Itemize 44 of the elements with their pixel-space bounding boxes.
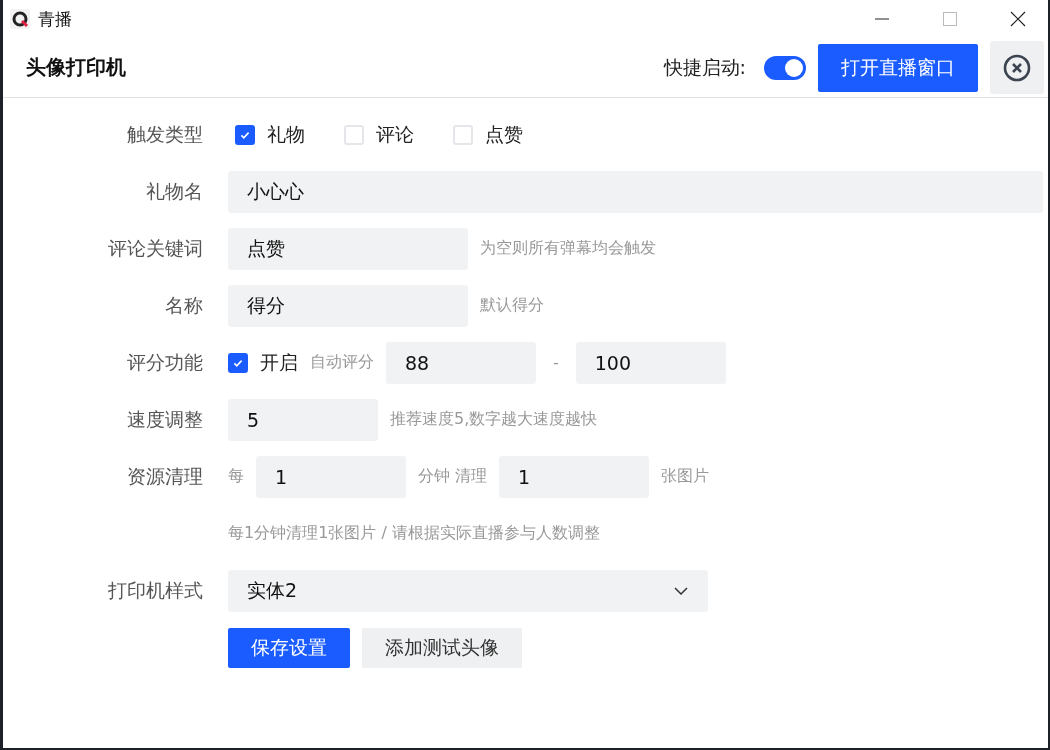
input-field[interactable]: 点赞 [228,227,468,270]
suffix-text: 张图片 [661,466,710,487]
hint-text: 推荐速度5,数字越大速度越快 [390,409,598,430]
note-text: 每1分钟清理1张图片 / 请根据实际直播参与人数调整 [228,523,600,544]
hint-text: 默认得分 [480,295,544,316]
checkbox-label: 点赞 [485,121,523,147]
field-label: 评论关键词 [107,235,203,261]
quick-start-label: 快捷启动: [663,54,746,80]
checkbox-label: 礼物 [267,121,305,147]
field-label: 触发类型 [126,121,203,147]
add-test-avatar-button[interactable]: 添加测试头像 [362,627,522,668]
max-score-field[interactable]: 100 [575,341,726,384]
close-icon[interactable] [1010,11,1026,27]
field-label: 礼物名 [145,178,203,204]
checkbox-label: 评论 [376,121,414,147]
range-separator: - [553,353,559,372]
count-field[interactable]: 1 [499,455,650,498]
style-dropdown[interactable]: 实体2 [228,569,708,612]
min-score-field[interactable]: 88 [386,341,536,384]
checkbox[interactable] [235,124,255,145]
input-field[interactable]: 5 [228,398,378,441]
checkbox[interactable] [228,352,248,373]
field-label: 速度调整 [126,406,203,432]
field-label: 打印机样式 [107,577,203,603]
auto-score-label: 自动评分 [310,352,374,373]
minutes-field[interactable]: 1 [256,455,406,498]
checkbox-label: 开启 [260,349,298,375]
input-field[interactable]: 得分 [228,284,468,327]
field-label: 资源清理 [126,463,203,489]
input-field[interactable]: 小心心 [228,170,1043,213]
window-title: 青播 [38,7,72,31]
page-title: 头像打印机 [26,54,126,81]
app-logo-icon [10,9,30,29]
field-label: 评分功能 [126,349,203,375]
open-live-window-button[interactable]: 打开直播窗口 [818,43,978,92]
middle-text: 分钟 清理 [418,466,488,487]
chevron-down-icon [674,586,688,595]
quick-start-toggle[interactable] [764,55,806,80]
close-circle-icon [1003,53,1031,82]
prefix-text: 每 [228,466,244,487]
save-button[interactable]: 保存设置 [228,627,350,668]
hint-text: 为空则所有弹幕均会触发 [480,238,656,259]
field-label: 名称 [164,292,203,318]
close-button[interactable] [990,41,1044,94]
